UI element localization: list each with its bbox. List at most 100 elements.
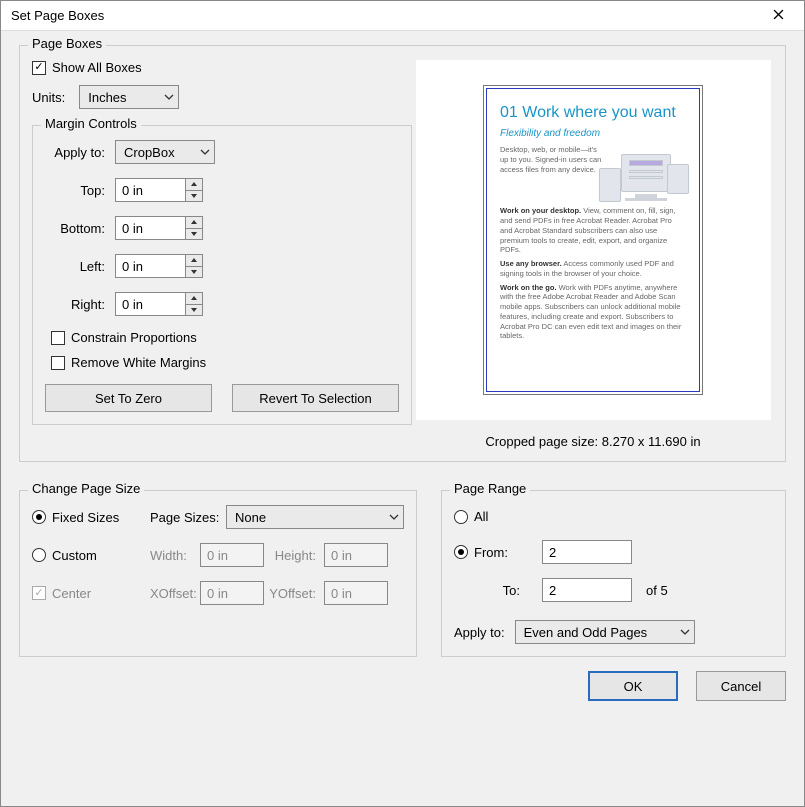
close-button[interactable]: [758, 2, 798, 30]
client-area: Page Boxes ✓ Show All Boxes Units: Inche…: [1, 31, 804, 806]
units-label: Units:: [32, 90, 65, 105]
height-label: Height:: [264, 548, 324, 563]
margin-controls-group: Margin Controls Apply to: CropBox: [32, 125, 412, 425]
page-range-apply-to-label: Apply to:: [454, 625, 505, 640]
right-input[interactable]: 0 in: [115, 292, 185, 316]
remove-white-margins-label: Remove White Margins: [71, 355, 206, 370]
spinner-up-icon[interactable]: [186, 255, 202, 267]
preview-heading-number: 01: [500, 104, 518, 121]
bottom-region: Change Page Size Fixed Sizes Page Sizes:…: [19, 490, 786, 657]
revert-to-selection-button[interactable]: Revert To Selection: [232, 384, 399, 412]
ok-button[interactable]: OK: [588, 671, 678, 701]
spinner-down-icon[interactable]: [186, 229, 202, 240]
show-all-boxes-checkbox[interactable]: ✓: [32, 61, 46, 75]
cropped-page-size-label: Cropped page size: 8.270 x 11.690 in: [485, 434, 700, 449]
preview-p3-bold: Use any browser.: [500, 259, 562, 268]
yoffset-label: YOffset:: [264, 586, 324, 601]
page-boxes-left: ✓ Show All Boxes Units: Inches: [32, 60, 413, 449]
page-range-legend: Page Range: [450, 481, 530, 496]
show-all-boxes-label: Show All Boxes: [52, 60, 142, 75]
to-label: To:: [474, 583, 524, 598]
preview-p2-bold: Work on your desktop.: [500, 206, 581, 215]
window-title: Set Page Boxes: [11, 8, 104, 23]
custom-radio[interactable]: [32, 548, 46, 562]
units-select-value: Inches: [88, 90, 126, 105]
dialog-footer: OK Cancel: [19, 671, 786, 701]
of-label: of 5: [646, 583, 668, 598]
set-to-zero-button[interactable]: Set To Zero: [45, 384, 212, 412]
devices-illustration-icon: [595, 150, 690, 212]
cancel-button[interactable]: Cancel: [696, 671, 786, 701]
center-label: Center: [52, 586, 91, 601]
spinner-down-icon[interactable]: [186, 267, 202, 278]
page-boxes-right: 01 Work where you want Flexibility and f…: [413, 60, 773, 449]
top-spinner[interactable]: 0 in: [115, 178, 203, 202]
constrain-proportions-checkbox[interactable]: [51, 331, 65, 345]
chevron-down-icon: [680, 627, 690, 637]
close-icon: [773, 8, 784, 23]
xoffset-input: 0 in: [200, 581, 264, 605]
all-label: All: [474, 509, 488, 524]
custom-label: Custom: [52, 548, 97, 563]
page-preview-panel: 01 Work where you want Flexibility and f…: [416, 60, 771, 420]
from-input[interactable]: 2: [542, 540, 632, 564]
dialog-window: Set Page Boxes Page Boxes ✓ Show All Box…: [0, 0, 805, 807]
units-select[interactable]: Inches: [79, 85, 179, 109]
preview-p2: Work on your desktop. View, comment on, …: [500, 206, 686, 255]
chevron-down-icon: [200, 147, 210, 157]
top-label: Top:: [45, 183, 115, 198]
left-spinner-arrows[interactable]: [185, 254, 203, 278]
bottom-label: Bottom:: [45, 221, 115, 236]
all-radio[interactable]: [454, 510, 468, 524]
top-spinner-arrows[interactable]: [185, 178, 203, 202]
bottom-spinner[interactable]: 0 in: [115, 216, 203, 240]
from-label: From:: [474, 545, 524, 560]
preview-p3: Use any browser. Access commonly used PD…: [500, 259, 686, 279]
apply-to-select-value: CropBox: [124, 145, 175, 160]
fixed-sizes-radio[interactable]: [32, 510, 46, 524]
page-sizes-label: Page Sizes:: [150, 510, 226, 525]
right-spinner-arrows[interactable]: [185, 292, 203, 316]
xoffset-label: XOffset:: [150, 586, 200, 601]
apply-to-select[interactable]: CropBox: [115, 140, 215, 164]
preview-p4: Work on the go. Work with PDFs anytime, …: [500, 283, 686, 342]
bottom-spinner-arrows[interactable]: [185, 216, 203, 240]
bottom-input[interactable]: 0 in: [115, 216, 185, 240]
preview-p4-bold: Work on the go.: [500, 283, 557, 292]
from-radio[interactable]: [454, 545, 468, 559]
center-checkbox: ✓: [32, 586, 46, 600]
page-sizes-value: None: [235, 510, 266, 525]
page-preview: 01 Work where you want Flexibility and f…: [483, 85, 703, 395]
check-icon: ✓: [34, 62, 43, 73]
yoffset-input: 0 in: [324, 581, 388, 605]
to-input[interactable]: 2: [542, 578, 632, 602]
spinner-up-icon[interactable]: [186, 179, 202, 191]
right-label: Right:: [45, 297, 115, 312]
spinner-up-icon[interactable]: [186, 217, 202, 229]
spinner-down-icon[interactable]: [186, 191, 202, 202]
apply-to-label: Apply to:: [45, 145, 115, 160]
top-input[interactable]: 0 in: [115, 178, 185, 202]
page-sizes-select[interactable]: None: [226, 505, 404, 529]
fixed-sizes-label: Fixed Sizes: [52, 510, 119, 525]
right-spinner[interactable]: 0 in: [115, 292, 203, 316]
page-range-apply-to-select[interactable]: Even and Odd Pages: [515, 620, 695, 644]
page-range-apply-to-value: Even and Odd Pages: [524, 625, 648, 640]
left-spinner[interactable]: 0 in: [115, 254, 203, 278]
preview-heading-text: Work where you want: [522, 104, 676, 121]
margin-controls-legend: Margin Controls: [41, 116, 141, 131]
preview-subheading: Flexibility and freedom: [500, 128, 686, 139]
spinner-down-icon[interactable]: [186, 305, 202, 316]
preview-p1: Desktop, web, or mobile—it's up to you. …: [500, 145, 605, 174]
remove-white-margins-checkbox[interactable]: [51, 356, 65, 370]
change-page-size-legend: Change Page Size: [28, 481, 144, 496]
left-input[interactable]: 0 in: [115, 254, 185, 278]
change-page-size-group: Change Page Size Fixed Sizes Page Sizes:…: [19, 490, 417, 657]
page-range-group: Page Range All From: 2 To: 2 of 5 Apply …: [441, 490, 786, 657]
constrain-proportions-label: Constrain Proportions: [71, 330, 197, 345]
page-boxes-legend: Page Boxes: [28, 36, 106, 51]
preview-heading: 01 Work where you want: [500, 104, 686, 122]
chevron-down-icon: [164, 92, 174, 102]
spinner-up-icon[interactable]: [186, 293, 202, 305]
chevron-down-icon: [389, 512, 399, 522]
